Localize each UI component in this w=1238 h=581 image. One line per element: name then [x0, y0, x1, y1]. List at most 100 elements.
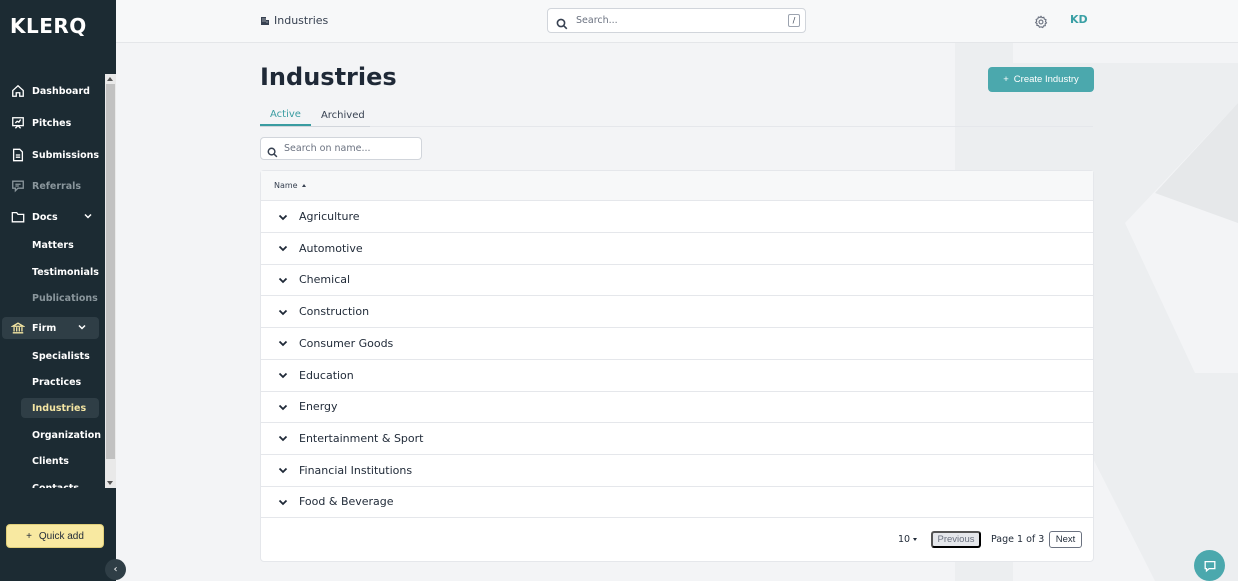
table-row[interactable]: Entertainment & Sport	[261, 423, 1093, 455]
industry-name: Financial Institutions	[299, 463, 413, 477]
sidebar-scrollbar[interactable]	[105, 74, 116, 488]
home-icon	[11, 84, 25, 98]
chevron-down-icon[interactable]	[277, 464, 289, 476]
name-search[interactable]	[260, 137, 422, 160]
caret-down-icon	[913, 538, 918, 541]
industries-table: Name Agriculture Automotive Chemical Constr…	[260, 170, 1094, 562]
page-size-value: 10	[898, 534, 911, 545]
sidebar: KLERQ Dashboard Pitches Submissions Refe…	[0, 0, 116, 581]
sidebar-item-industries[interactable]: Industries	[21, 398, 99, 418]
chevron-down-icon[interactable]	[277, 369, 289, 381]
chevron-down-icon[interactable]	[277, 401, 289, 413]
table-row[interactable]: Construction	[261, 296, 1093, 329]
name-search-input[interactable]	[284, 143, 419, 154]
industry-name: Education	[299, 368, 354, 382]
global-search-input[interactable]	[576, 15, 776, 26]
chevron-down-icon[interactable]	[277, 306, 289, 318]
user-avatar[interactable]: KD	[1070, 13, 1088, 26]
gear-icon[interactable]	[1034, 14, 1048, 29]
app-logo[interactable]: KLERQ	[10, 14, 87, 38]
table-row[interactable]: Energy	[261, 391, 1093, 424]
plus-icon: +	[1003, 74, 1009, 85]
support-chat-button[interactable]	[1194, 550, 1225, 581]
quick-add-button[interactable]: + Quick add	[6, 524, 104, 548]
industry-name: Food & Beverage	[299, 495, 394, 509]
sidebar-item-label: Dashboard	[32, 85, 90, 97]
table-header: Name	[261, 171, 1093, 201]
status-tabs: Active Archived	[260, 104, 370, 127]
collapse-sidebar-button[interactable]: ‹	[105, 559, 126, 580]
column-header-label: Name	[274, 181, 298, 190]
chat-icon	[1204, 560, 1215, 572]
page-info: Page 1 of 3	[991, 534, 1045, 545]
column-header-name[interactable]: Name	[274, 181, 306, 190]
sidebar-item-dashboard[interactable]: Dashboard	[0, 80, 105, 102]
pagination: 10 Previous Page 1 of 3 Next	[261, 529, 1093, 551]
plus-icon: +	[26, 530, 32, 542]
quick-add-label: Quick add	[38, 530, 84, 542]
previous-page-button[interactable]: Previous	[931, 531, 981, 548]
chevron-down-icon	[83, 211, 93, 221]
table-row[interactable]: Automotive	[261, 233, 1093, 265]
sidebar-item-practices[interactable]: Practices	[21, 372, 99, 392]
bank-icon	[11, 321, 25, 335]
industry-name: Automotive	[299, 241, 363, 255]
chevron-down-icon[interactable]	[277, 337, 289, 349]
sidebar-item-label: Pitches	[32, 117, 72, 129]
sidebar-item-referrals[interactable]: Referrals	[0, 175, 105, 197]
sidebar-item-firm[interactable]: Firm	[2, 317, 99, 339]
chevron-down-icon[interactable]	[277, 242, 289, 254]
industry-name: Chemical	[299, 273, 351, 287]
top-bar: Industries / KD	[116, 0, 1238, 43]
sidebar-nav: Dashboard Pitches Submissions Referrals …	[0, 74, 105, 488]
chevron-left-icon: ‹	[113, 564, 118, 575]
sidebar-item-publications[interactable]: Publications	[21, 288, 99, 308]
tab-archived[interactable]: Archived	[311, 104, 375, 126]
chevron-down-icon[interactable]	[277, 432, 289, 444]
industry-name: Energy	[299, 400, 338, 414]
scroll-down-arrow-icon[interactable]	[107, 481, 113, 485]
table-row[interactable]: Chemical	[261, 264, 1093, 297]
chevron-down-icon	[77, 322, 87, 332]
global-search[interactable]: /	[547, 8, 806, 33]
sidebar-item-contacts[interactable]: Contacts	[21, 478, 99, 489]
industry-name: Entertainment & Sport	[299, 431, 424, 445]
search-icon	[556, 15, 568, 29]
sidebar-item-testimonials[interactable]: Testimonials	[21, 262, 99, 282]
table-row[interactable]: Financial Institutions	[261, 455, 1093, 487]
table-row[interactable]: Consumer Goods	[261, 328, 1093, 360]
sidebar-item-label: Submissions	[32, 149, 100, 161]
chevron-down-icon[interactable]	[277, 211, 289, 223]
building-icon	[261, 16, 269, 25]
sidebar-item-label: Referrals	[32, 180, 82, 192]
next-page-button[interactable]: Next	[1049, 531, 1082, 548]
sidebar-item-organization[interactable]: Organization	[21, 425, 101, 445]
scrollbar-thumb[interactable]	[106, 84, 115, 459]
table-row[interactable]: Agriculture	[261, 201, 1093, 233]
sidebar-item-clients[interactable]: Clients	[21, 451, 99, 471]
chevron-down-icon[interactable]	[277, 274, 289, 286]
search-icon	[267, 143, 278, 158]
chevron-down-icon[interactable]	[277, 496, 289, 508]
sort-ascending-icon	[301, 184, 306, 187]
industry-name: Agriculture	[299, 210, 360, 223]
page-size-select[interactable]: 10	[898, 534, 918, 545]
sidebar-item-submissions[interactable]: Submissions	[0, 144, 105, 166]
table-row[interactable]: Food & Beverage	[261, 486, 1093, 519]
page-title: Industries	[260, 63, 397, 91]
tabs-divider	[370, 126, 1093, 127]
sidebar-item-matters[interactable]: Matters	[21, 235, 99, 255]
table-row[interactable]: Education	[261, 360, 1093, 392]
breadcrumb-current[interactable]: Industries	[274, 14, 328, 27]
create-industry-button[interactable]: + Create Industry	[988, 67, 1094, 92]
shortcut-badge: /	[788, 14, 800, 27]
folder-icon	[11, 210, 25, 224]
scroll-up-arrow-icon[interactable]	[107, 77, 113, 81]
sidebar-item-docs[interactable]: Docs	[0, 206, 105, 228]
sidebar-item-specialists[interactable]: Specialists	[21, 346, 99, 366]
tab-active[interactable]: Active	[260, 104, 311, 126]
sidebar-item-pitches[interactable]: Pitches	[0, 112, 105, 134]
industry-name: Construction	[299, 305, 370, 319]
industry-name: Consumer Goods	[299, 336, 394, 350]
create-industry-label: Create Industry	[1013, 74, 1079, 85]
